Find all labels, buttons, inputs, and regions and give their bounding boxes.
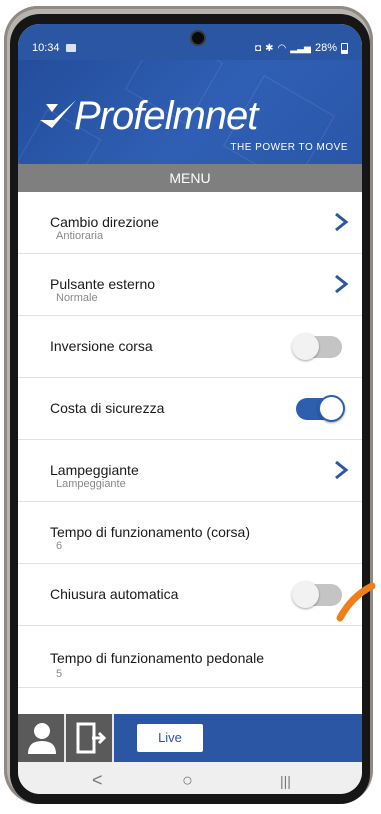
back-icon[interactable]: < — [92, 770, 103, 791]
chiusura-automatica-toggle[interactable] — [292, 581, 342, 608]
user-icon — [28, 723, 56, 754]
brand-logo-icon — [40, 100, 76, 128]
battery-icon — [341, 42, 348, 54]
setting-value: 5 — [56, 668, 63, 680]
settings-list: Cambio direzione Antioraria Pulsante est… — [18, 192, 362, 714]
toggle-knob — [318, 395, 345, 422]
setting-value: Lampeggiante — [56, 478, 126, 490]
system-nav-bar: < ○ ||| — [18, 762, 362, 794]
bluetooth-icon: ✱ — [265, 42, 274, 54]
front-camera — [190, 30, 206, 46]
setting-title: Tempo di funzionamento pedonale — [50, 650, 265, 666]
setting-tempo-funzionamento-pedonale[interactable]: Tempo di funzionamento pedonale 5 — [18, 626, 362, 688]
toggle-knob — [292, 333, 319, 360]
logout-icon — [76, 722, 107, 754]
setting-cambio-direzione[interactable]: Cambio direzione Antioraria — [18, 192, 362, 254]
app-screen: 10:34 ◘ ✱ ◠ ▂▃▅ 28% Profelmnet THE POWER… — [18, 24, 362, 794]
chevron-right-icon — [335, 460, 349, 480]
inversione-corsa-toggle[interactable] — [292, 333, 342, 360]
user-button[interactable] — [18, 714, 66, 762]
toggle-knob — [292, 581, 319, 608]
bottom-app-bar: Live — [18, 714, 362, 762]
setting-lampeggiante[interactable]: Lampeggiante Lampeggiante — [18, 440, 362, 502]
setting-title: Inversione corsa — [50, 338, 153, 354]
setting-value: Normale — [56, 292, 98, 304]
home-icon[interactable]: ○ — [182, 770, 193, 791]
setting-pulsante-esterno[interactable]: Pulsante esterno Normale — [18, 254, 362, 316]
battery-level: 28% — [314, 42, 337, 54]
setting-title: Lampeggiante — [50, 462, 139, 478]
recents-icon[interactable]: ||| — [280, 773, 291, 789]
setting-value: Antioraria — [56, 230, 104, 242]
chevron-right-icon — [335, 274, 349, 294]
alarm-icon: ◘ — [255, 42, 262, 54]
gallery-notification-icon — [66, 44, 76, 52]
status-time: 10:34 — [32, 42, 60, 54]
logout-button[interactable] — [66, 714, 114, 762]
chevron-right-icon — [335, 212, 349, 232]
setting-title: Chiusura automatica — [50, 586, 179, 602]
live-button[interactable]: Live — [137, 724, 203, 752]
setting-title: Costa di sicurezza — [50, 400, 165, 416]
wifi-icon: ◠ — [277, 42, 287, 54]
setting-value: 6 — [56, 540, 63, 552]
setting-title: Pulsante esterno — [50, 276, 156, 292]
app-header: Profelmnet THE POWER TO MOVE — [18, 60, 362, 164]
status-icons: ◘ ✱ ◠ ▂▃▅ 28% — [255, 42, 348, 54]
status-bar: 10:34 ◘ ✱ ◠ ▂▃▅ 28% — [18, 24, 362, 60]
brand-name: Profelmnet — [74, 94, 258, 138]
signal-icon: ▂▃▅ — [290, 42, 311, 53]
setting-inversione-corsa: Inversione corsa — [18, 316, 362, 378]
setting-tempo-funzionamento-corsa[interactable]: Tempo di funzionamento (corsa) 6 — [18, 502, 362, 564]
menu-title-bar: MENU — [18, 164, 362, 192]
setting-title: Tempo di funzionamento (corsa) — [50, 524, 250, 540]
brand-tagline: THE POWER TO MOVE — [230, 142, 348, 153]
setting-costa-di-sicurezza: Costa di sicurezza — [18, 378, 362, 440]
setting-chiusura-automatica: Chiusura automatica — [18, 564, 362, 626]
costa-di-sicurezza-toggle[interactable] — [296, 395, 345, 422]
setting-title: Cambio direzione — [50, 214, 159, 230]
